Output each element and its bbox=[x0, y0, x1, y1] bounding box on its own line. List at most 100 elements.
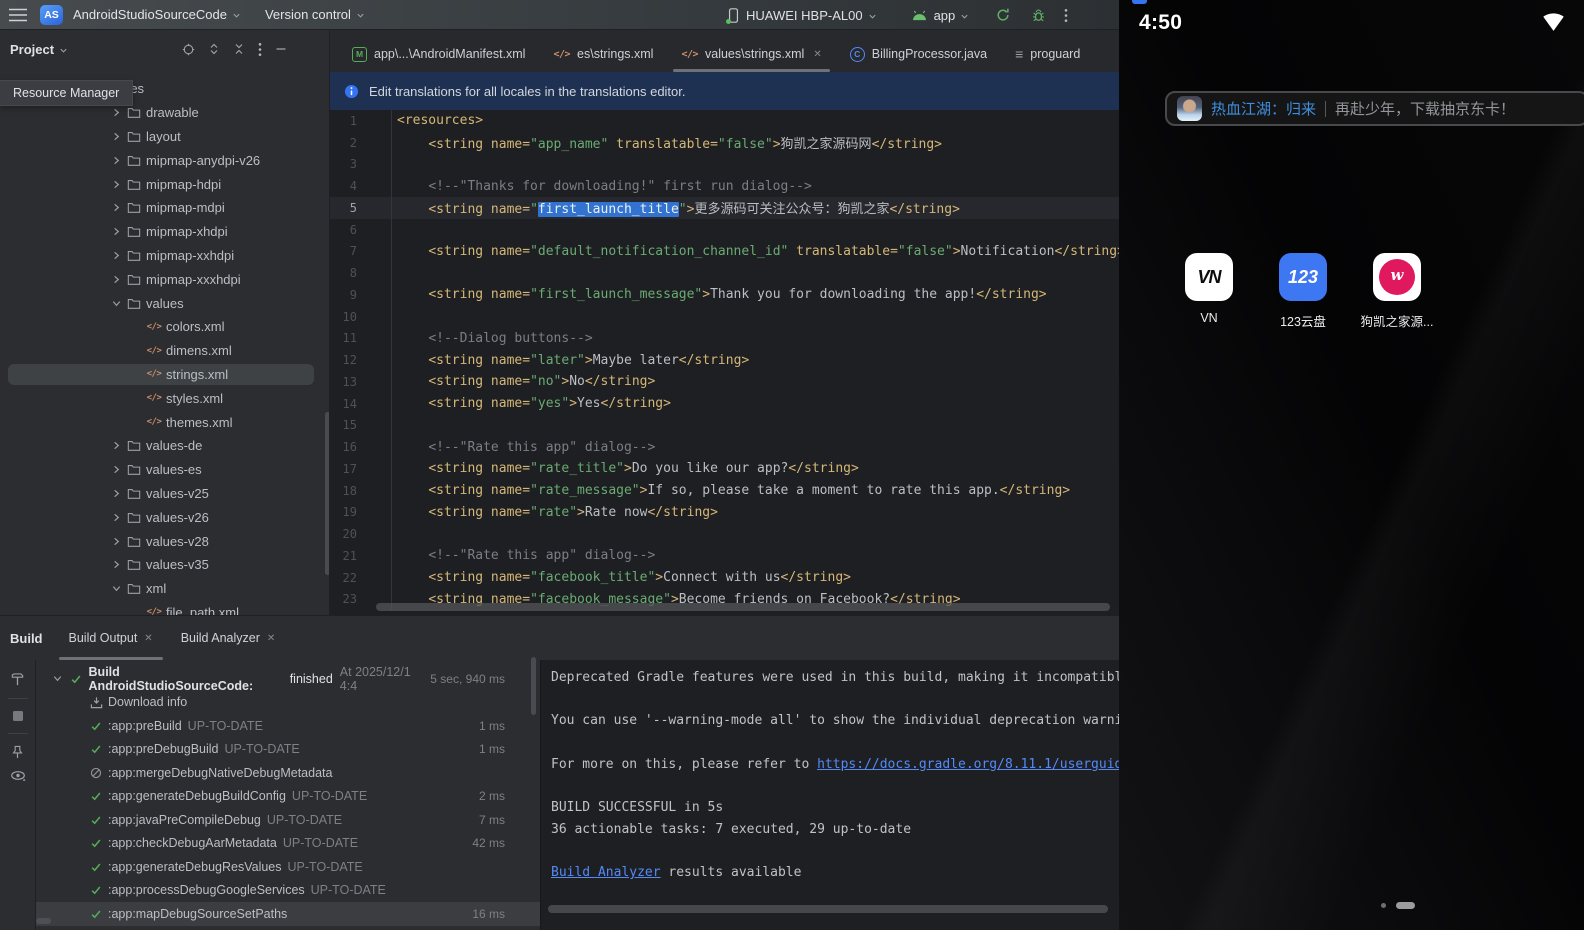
tree-item[interactable]: values bbox=[0, 291, 329, 315]
tree-item[interactable]: values-de bbox=[0, 434, 329, 458]
locate-file-icon[interactable] bbox=[182, 43, 195, 56]
version-control-menu[interactable]: Version control bbox=[265, 7, 351, 22]
tree-item[interactable]: </> file_path.xml bbox=[0, 601, 329, 615]
expand-all-icon[interactable] bbox=[208, 43, 220, 55]
editor-tab[interactable]: ≡ proguard bbox=[1001, 36, 1094, 72]
build-tab[interactable]: Build Analyzer ✕ bbox=[167, 616, 290, 660]
chevron-icon[interactable] bbox=[108, 583, 124, 594]
tree-item[interactable]: values-v28 bbox=[0, 529, 329, 553]
hide-panel-icon[interactable] bbox=[275, 43, 287, 55]
stop-icon[interactable] bbox=[12, 710, 24, 722]
collapse-all-icon[interactable] bbox=[233, 43, 245, 55]
chevron-icon[interactable] bbox=[108, 226, 124, 237]
build-task-row[interactable]: :app:mergeDebugNativeDebugMetadata bbox=[36, 761, 540, 785]
code-text: <string name="rate_message">If so, pleas… bbox=[392, 483, 1070, 498]
chevron-icon[interactable] bbox=[108, 202, 124, 213]
file-icon bbox=[124, 106, 144, 119]
file-icon bbox=[124, 297, 144, 310]
app-icon[interactable]: 123 bbox=[1279, 253, 1327, 301]
tree-item[interactable]: mipmap-xhdpi bbox=[0, 220, 329, 244]
editor-tab[interactable]: C BillingProcessor.java bbox=[836, 36, 1001, 72]
console-link[interactable]: Build Analyzer bbox=[551, 865, 661, 880]
chevron-icon[interactable] bbox=[108, 536, 124, 547]
device-selector[interactable]: HUAWEI HBP-AL00 bbox=[746, 8, 863, 23]
build-task-row[interactable]: :app:preBuild UP-TO-DATE 1 ms bbox=[36, 714, 540, 738]
close-icon[interactable]: ✕ bbox=[144, 633, 152, 644]
build-root-row[interactable]: Build AndroidStudioSourceCode: finished … bbox=[36, 667, 540, 691]
tree-item-label: values-v28 bbox=[146, 534, 209, 549]
close-icon[interactable]: ✕ bbox=[267, 633, 275, 644]
tree-item[interactable]: </> dimens.xml bbox=[0, 339, 329, 363]
tree-item[interactable]: layout bbox=[0, 125, 329, 149]
build-root-title: Build AndroidStudioSourceCode: bbox=[89, 665, 285, 693]
chevron-icon[interactable] bbox=[108, 274, 124, 285]
chevron-icon[interactable] bbox=[108, 107, 124, 118]
project-panel-title[interactable]: Project bbox=[10, 42, 54, 57]
editor-tab[interactable]: </> es\strings.xml bbox=[539, 36, 667, 72]
file-icon bbox=[124, 249, 144, 262]
tree-item[interactable]: </> strings.xml bbox=[0, 363, 329, 387]
more-vertical-icon[interactable] bbox=[258, 42, 262, 57]
build-task-row[interactable]: :app:mapDebugSourceSetPaths 16 ms bbox=[36, 902, 540, 926]
app-shortcut[interactable]: 123 123云盘 bbox=[1265, 253, 1341, 330]
task-label: :app:generateDebugBuildConfig bbox=[108, 789, 286, 803]
tree-item[interactable]: </> themes.xml bbox=[0, 410, 329, 434]
more-vertical-icon[interactable] bbox=[1064, 8, 1068, 23]
console-vertical-scrollbar[interactable] bbox=[531, 657, 536, 715]
editor-horizontal-scrollbar[interactable] bbox=[376, 603, 1110, 611]
chevron-icon[interactable] bbox=[108, 179, 124, 190]
eye-icon[interactable] bbox=[10, 770, 26, 782]
debug-icon[interactable] bbox=[1031, 8, 1046, 23]
build-task-row[interactable]: :app:generateDebugBuildConfig UP-TO-DATE… bbox=[36, 785, 540, 809]
tree-item[interactable]: </> styles.xml bbox=[0, 386, 329, 410]
hamburger-menu-icon[interactable] bbox=[8, 7, 28, 23]
tree-item[interactable]: values-v25 bbox=[0, 482, 329, 506]
build-hammer-icon[interactable] bbox=[10, 672, 25, 687]
tree-horizontal-scrollbar[interactable] bbox=[36, 918, 51, 924]
chevron-icon[interactable] bbox=[108, 464, 124, 475]
app-icon[interactable]: VN bbox=[1185, 253, 1233, 301]
chevron-icon[interactable] bbox=[108, 131, 124, 142]
tree-item[interactable]: xml bbox=[0, 577, 329, 601]
tree-item[interactable]: mipmap-mdpi bbox=[0, 196, 329, 220]
app-icon[interactable] bbox=[1373, 253, 1421, 301]
build-task-row[interactable]: :app:generateDebugResValues UP-TO-DATE bbox=[36, 855, 540, 879]
file-icon: </> bbox=[144, 322, 164, 332]
chevron-icon[interactable] bbox=[108, 440, 124, 451]
tree-item[interactable]: mipmap-hdpi bbox=[0, 172, 329, 196]
tree-item[interactable]: mipmap-xxxhdpi bbox=[0, 267, 329, 291]
console-link[interactable]: https://docs.gradle.org/8.11.1/userguide bbox=[817, 757, 1130, 772]
chevron-icon[interactable] bbox=[108, 512, 124, 523]
tree-item[interactable]: mipmap-xxhdpi bbox=[0, 244, 329, 268]
chevron-icon[interactable] bbox=[108, 250, 124, 261]
rerun-icon[interactable] bbox=[995, 7, 1011, 23]
build-task-row[interactable]: :app:javaPreCompileDebug UP-TO-DATE 7 ms bbox=[36, 808, 540, 832]
line-number: 17 bbox=[330, 458, 392, 480]
build-task-row[interactable]: :app:checkDebugAarMetadata UP-TO-DATE 42… bbox=[36, 832, 540, 856]
chevron-down-icon[interactable] bbox=[52, 673, 70, 684]
tree-item[interactable]: values-es bbox=[0, 458, 329, 482]
build-tab[interactable]: Build Output ✕ bbox=[55, 616, 167, 660]
chevron-icon[interactable] bbox=[108, 155, 124, 166]
build-task-row[interactable]: Download info bbox=[36, 691, 540, 715]
tree-item[interactable]: mipmap-anydpi-v26 bbox=[0, 148, 329, 172]
chevron-icon[interactable] bbox=[108, 488, 124, 499]
console-horizontal-scrollbar[interactable] bbox=[548, 905, 1108, 913]
project-selector[interactable]: AndroidStudioSourceCode bbox=[73, 7, 227, 22]
tree-item[interactable]: values-v26 bbox=[0, 505, 329, 529]
build-task-row[interactable]: :app:processDebugGoogleServices UP-TO-DA… bbox=[36, 879, 540, 903]
app-shortcut[interactable]: VN VN bbox=[1171, 253, 1247, 330]
tree-item[interactable]: </> colors.xml bbox=[0, 315, 329, 339]
chevron-icon[interactable] bbox=[108, 298, 124, 309]
app-shortcut[interactable]: 狗凯之家源... bbox=[1359, 253, 1435, 330]
chevron-icon[interactable] bbox=[108, 559, 124, 570]
editor-tab[interactable]: M app\...\AndroidManifest.xml bbox=[338, 36, 539, 72]
tree-item[interactable]: values-v35 bbox=[0, 553, 329, 577]
close-icon[interactable]: ✕ bbox=[813, 49, 821, 60]
project-tree: res drawable layout mipmap-anydpi-v26 mi… bbox=[0, 77, 329, 615]
pin-icon[interactable] bbox=[11, 745, 24, 759]
run-configuration-selector[interactable]: app bbox=[934, 8, 956, 23]
notification-banner[interactable]: 热血江湖：归来 再赴少年，下载抽京东卡！ bbox=[1165, 91, 1584, 126]
editor-tab[interactable]: </> values\strings.xml ✕ bbox=[667, 36, 835, 72]
build-task-row[interactable]: :app:preDebugBuild UP-TO-DATE 1 ms bbox=[36, 738, 540, 762]
